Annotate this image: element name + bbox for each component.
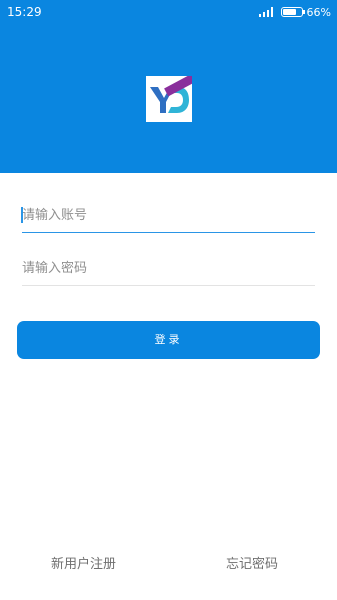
header-banner: 15:29 66%	[0, 0, 337, 173]
account-input[interactable]	[22, 202, 315, 228]
register-link[interactable]: 新用户注册	[51, 553, 116, 572]
app-logo	[146, 76, 192, 122]
status-time: 15:29	[7, 5, 42, 19]
battery-icon	[280, 7, 305, 17]
forgot-password-link[interactable]: 忘记密码	[226, 553, 278, 572]
battery-percent: 66%	[306, 5, 331, 19]
login-button[interactable]: 登录	[17, 321, 320, 359]
signal-icon	[258, 7, 275, 17]
status-icons: 66%	[258, 4, 331, 20]
password-input[interactable]	[22, 255, 315, 281]
account-field[interactable]	[21, 202, 315, 233]
login-screen: 15:29 66% 请输入账号 登录 新用户注册 忘记密码	[0, 0, 337, 600]
password-field[interactable]	[22, 255, 315, 286]
battery-level	[282, 9, 296, 15]
text-cursor	[21, 207, 23, 223]
status-bar: 15:29 66%	[0, 0, 337, 24]
